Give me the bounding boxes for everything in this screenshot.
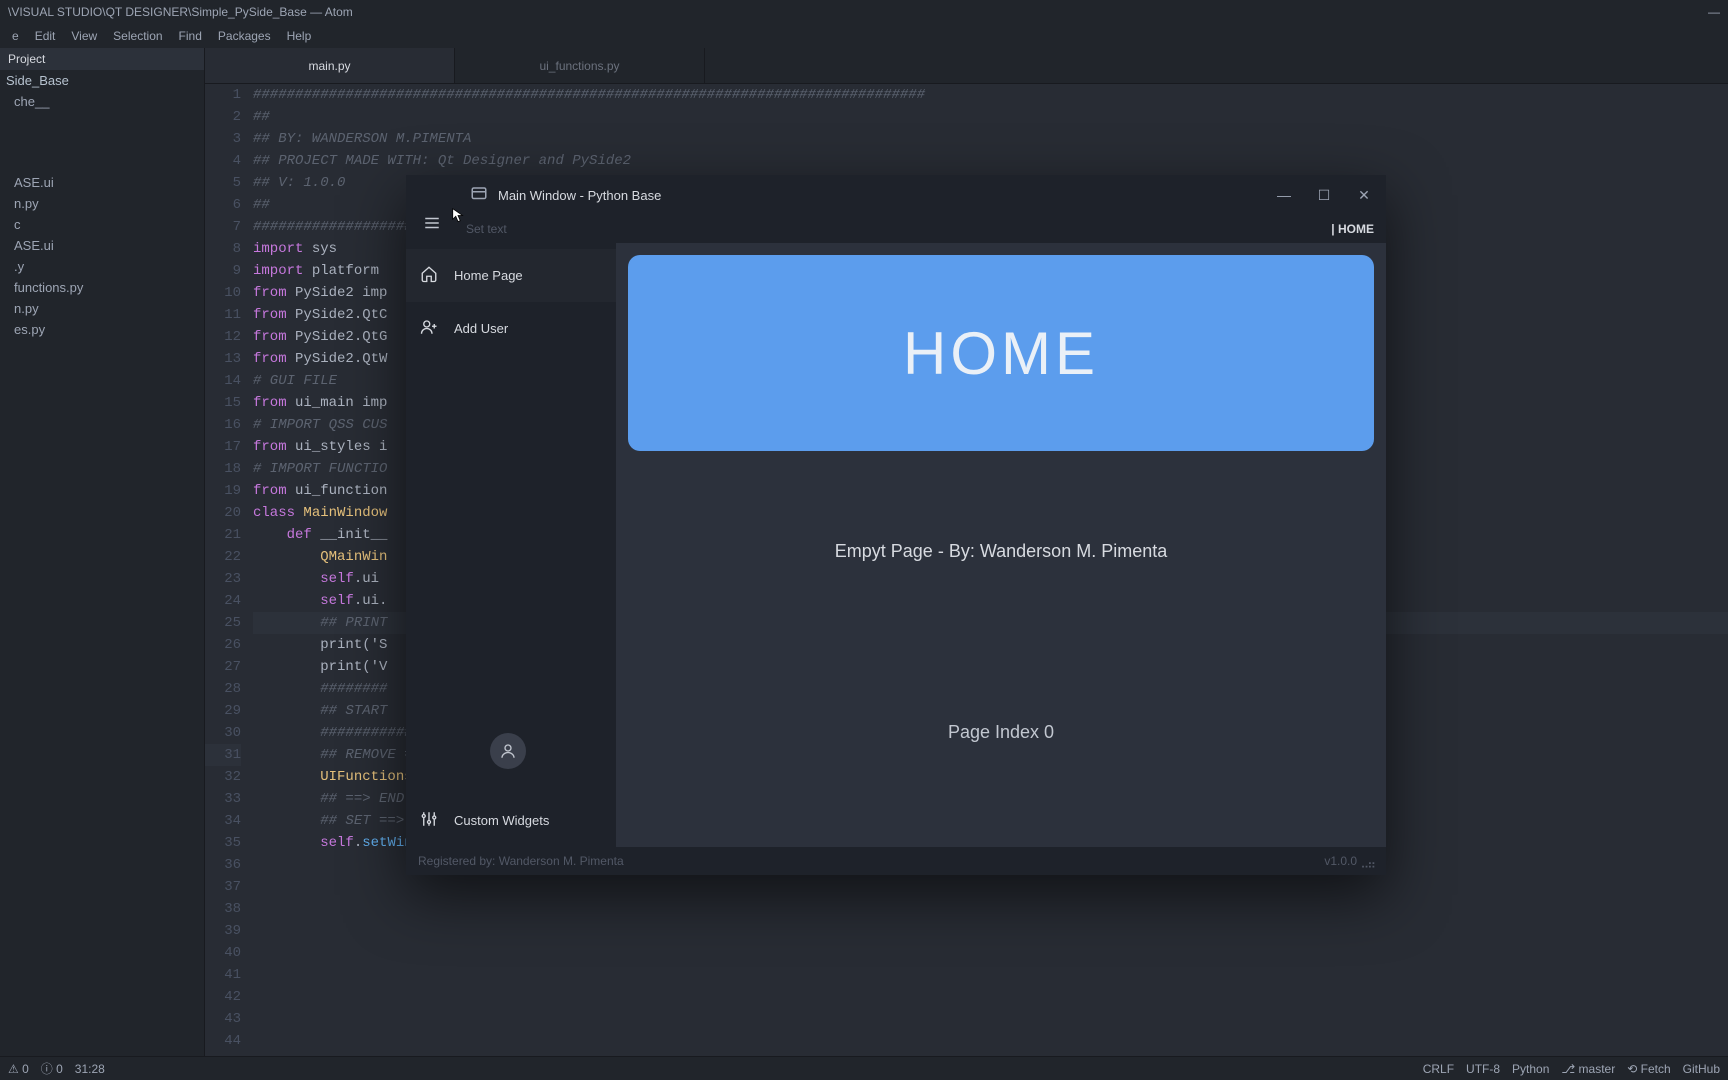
menu-file[interactable]: e [4, 25, 27, 47]
subbar-right: | HOME [1331, 222, 1374, 236]
home-icon [420, 265, 438, 286]
status-fetch[interactable]: ⟲ Fetch [1627, 1062, 1670, 1076]
sidebar-item-label: Custom Widgets [454, 813, 549, 828]
pw-footer: Registered by: Wanderson M. Pimenta v1.0… [406, 847, 1386, 875]
tree-item[interactable]: .y [0, 256, 204, 277]
add-user-icon [420, 318, 438, 339]
window-controls[interactable]: — [1708, 5, 1720, 19]
status-info[interactable]: ⓘ 0 [41, 1060, 63, 1077]
hamburger-icon[interactable] [412, 203, 452, 243]
empty-page-text: Empyt Page - By: Wanderson M. Pimenta [628, 541, 1374, 562]
menu-view[interactable]: View [63, 25, 105, 47]
tab-bar[interactable]: main.py ui_functions.py [205, 48, 1728, 84]
hero-banner: HOME [628, 255, 1374, 451]
status-eol[interactable]: CRLF [1423, 1062, 1454, 1076]
resize-grip-icon[interactable]: ⣀⣤ [1360, 854, 1374, 868]
sidebar-item-label: Home Page [454, 268, 523, 283]
tree-root[interactable]: Side_Base [0, 70, 204, 91]
app-icon [470, 185, 490, 205]
tree-item[interactable]: ASE.ui [0, 235, 204, 256]
tab-uifunctions[interactable]: ui_functions.py [455, 48, 705, 83]
statusbar[interactable]: ⚠ 0 ⓘ 0 31:28 CRLF UTF-8 Python ⎇ master… [0, 1056, 1728, 1080]
menu-find[interactable]: Find [171, 25, 210, 47]
line-gutter: 1234567891011121314151617181920212223242… [205, 84, 253, 1056]
menu-packages[interactable]: Packages [210, 25, 279, 47]
sidebar-item-home[interactable]: Home Page [406, 249, 616, 302]
menu-help[interactable]: Help [279, 25, 320, 47]
footer-left: Registered by: Wanderson M. Pimenta [418, 854, 624, 868]
status-encoding[interactable]: UTF-8 [1466, 1062, 1500, 1076]
maximize-icon[interactable]: ☐ [1310, 187, 1338, 204]
tree-item[interactable]: es.py [0, 319, 204, 340]
footer-version: v1.0.0 [1324, 854, 1357, 868]
subbar-left[interactable]: Set text [466, 222, 507, 236]
tree-item[interactable]: functions.py [0, 277, 204, 298]
tab-main[interactable]: main.py [205, 48, 455, 83]
pw-body: Home Page Add User Custom Widgets HOME E… [406, 243, 1386, 847]
atom-titlebar: \VISUAL STUDIO\QT DESIGNER\Simple_PySide… [0, 0, 1728, 24]
tree-item[interactable]: n.py [0, 298, 204, 319]
pw-titlebar[interactable]: Main Window - Python Base — ☐ ✕ [406, 175, 1386, 215]
project-header: Project [0, 48, 204, 70]
sidebar-item-label: Add User [454, 321, 508, 336]
pw-subbar: Set text | HOME [406, 215, 1386, 243]
status-github[interactable]: GitHub [1683, 1062, 1720, 1076]
tree-item[interactable]: che__ [0, 91, 204, 112]
menu-selection[interactable]: Selection [105, 25, 170, 47]
sliders-icon [420, 810, 438, 831]
tree-item[interactable]: c [0, 214, 204, 235]
tree-item[interactable]: n.py [0, 193, 204, 214]
project-sidebar[interactable]: Project Side_Base che__ ASE.ui n.py c AS… [0, 48, 205, 1056]
sidebar-item-add-user[interactable]: Add User [406, 302, 616, 355]
page-index-text: Page Index 0 [628, 722, 1374, 743]
atom-menubar[interactable]: e Edit View Selection Find Packages Help [0, 24, 1728, 48]
float-user-button[interactable] [490, 733, 526, 769]
pyside-window[interactable]: Main Window - Python Base — ☐ ✕ Set text… [406, 175, 1386, 875]
pw-content: HOME Empyt Page - By: Wanderson M. Pimen… [616, 243, 1386, 847]
tree-item [0, 112, 204, 172]
status-errors[interactable]: ⚠ 0 [8, 1062, 29, 1076]
minimize-icon[interactable]: — [1270, 187, 1298, 204]
status-cursor[interactable]: 31:28 [75, 1062, 105, 1076]
hero-text: HOME [903, 319, 1099, 388]
pw-title: Main Window - Python Base [498, 188, 661, 203]
status-branch[interactable]: ⎇ master [1561, 1062, 1615, 1076]
tree-item[interactable]: ASE.ui [0, 172, 204, 193]
sidebar-item-custom-widgets[interactable]: Custom Widgets [406, 794, 616, 847]
atom-title: \VISUAL STUDIO\QT DESIGNER\Simple_PySide… [8, 5, 353, 19]
mouse-cursor-icon [452, 208, 464, 224]
close-icon[interactable]: ✕ [1350, 187, 1378, 204]
status-lang[interactable]: Python [1512, 1062, 1549, 1076]
menu-edit[interactable]: Edit [27, 25, 64, 47]
